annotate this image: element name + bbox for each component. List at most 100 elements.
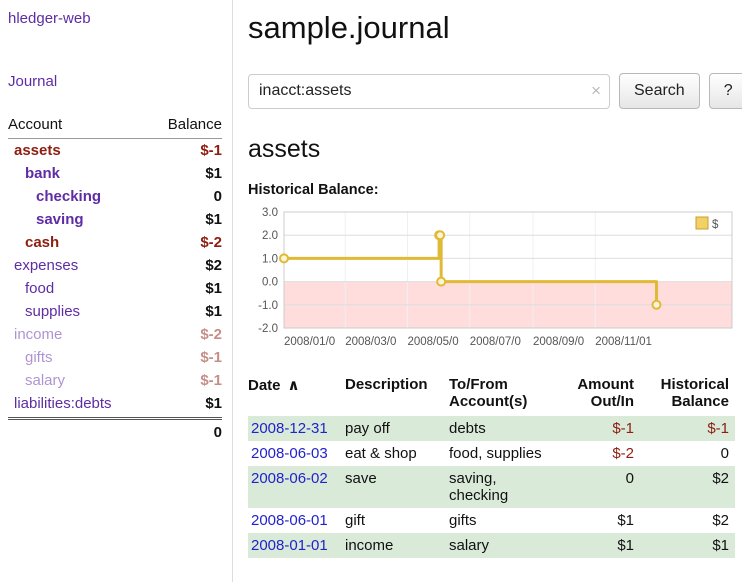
account-link-bank[interactable]: bank [8, 165, 60, 182]
chart-title: Historical Balance: [248, 182, 742, 198]
svg-text:$: $ [712, 219, 719, 231]
account-balance: $2 [205, 257, 222, 274]
search-bar: × Search ? [248, 73, 742, 109]
header-historical-balance: Historical Balance [640, 374, 735, 416]
account-balance: $-1 [200, 349, 222, 366]
account-link-gifts[interactable]: gifts [8, 349, 53, 366]
chart-canvas: 2008/01/02008/03/02008/05/02008/07/02008… [248, 204, 740, 354]
page-title: sample.journal [248, 10, 742, 46]
svg-text:2008/03/0: 2008/03/0 [345, 336, 396, 348]
account-row: cash $-2 [8, 231, 222, 254]
transaction-amount: $1 [555, 508, 640, 533]
search-input[interactable] [248, 74, 610, 109]
transaction-description: income [345, 533, 449, 558]
sort-by-date-button[interactable]: Date∧ [248, 377, 300, 394]
transaction-date-link[interactable]: 2008-06-03 [251, 445, 328, 462]
transaction-date-link[interactable]: 2008-01-01 [251, 537, 328, 554]
account-link-expenses[interactable]: expenses [8, 257, 78, 274]
search-button[interactable]: Search [619, 73, 700, 109]
transaction-accounts: saving, checking [449, 466, 555, 508]
accounts-header-balance: Balance [168, 116, 222, 133]
account-link-salary[interactable]: salary [8, 372, 65, 389]
account-link-cash[interactable]: cash [8, 234, 59, 251]
account-balance: 0 [214, 188, 222, 205]
transaction-description: save [345, 466, 449, 508]
account-balance: $1 [205, 280, 222, 297]
account-row: expenses $2 [8, 254, 222, 277]
register-row: 2008-01-01 income salary $1 $1 [248, 533, 735, 558]
sidebar: hledger-web Journal Account Balance asse… [0, 0, 233, 582]
transaction-date-link[interactable]: 2008-06-01 [251, 512, 328, 529]
account-heading: assets [248, 135, 742, 164]
account-row: supplies $1 [8, 300, 222, 323]
transaction-description: eat & shop [345, 441, 449, 466]
accounts-header-account: Account [8, 116, 62, 133]
page: hledger-web Journal Account Balance asse… [0, 0, 742, 582]
account-balance: $1 [205, 395, 222, 412]
transaction-balance: $2 [640, 508, 735, 533]
account-link-saving[interactable]: saving [8, 211, 84, 228]
accounts-tree: Account Balance assets $-1 bank $1 check… [8, 116, 222, 445]
register-row: 2008-06-01 gift gifts $1 $2 [248, 508, 735, 533]
app-title-link[interactable]: hledger-web [8, 10, 222, 27]
account-row: bank $1 [8, 162, 222, 185]
account-row: food $1 [8, 277, 222, 300]
transaction-amount: $1 [555, 533, 640, 558]
account-row: saving $1 [8, 208, 222, 231]
account-row: liabilities:debts $1 [8, 392, 222, 415]
svg-text:1.0: 1.0 [262, 253, 278, 265]
account-row: salary $-1 [8, 369, 222, 392]
main-content: sample.journal × Search ? assets Histori… [233, 0, 742, 582]
sidebar-item-journal[interactable]: Journal [8, 73, 222, 90]
header-date: Date∧ [248, 374, 345, 416]
transaction-description: gift [345, 508, 449, 533]
svg-text:2008/05/0: 2008/05/0 [407, 336, 458, 348]
account-link-liabilities-debts[interactable]: liabilities:debts [8, 395, 112, 412]
svg-text:3.0: 3.0 [262, 207, 278, 219]
transaction-accounts: salary [449, 533, 555, 558]
account-link-assets[interactable]: assets [8, 142, 61, 159]
account-link-checking[interactable]: checking [8, 188, 101, 205]
transaction-balance: $2 [640, 466, 735, 508]
svg-text:-1.0: -1.0 [258, 300, 278, 312]
transaction-balance: 0 [640, 441, 735, 466]
transaction-accounts: gifts [449, 508, 555, 533]
account-balance: $-2 [200, 234, 222, 251]
transaction-amount: 0 [555, 466, 640, 508]
historical-balance-chart: 2008/01/02008/03/02008/05/02008/07/02008… [248, 204, 742, 358]
accounts-header: Account Balance [8, 116, 222, 139]
register-row: 2008-06-02 save saving, checking 0 $2 [248, 466, 735, 508]
header-description: Description [345, 374, 449, 416]
account-row: assets $-1 [8, 139, 222, 162]
transaction-description: pay off [345, 416, 449, 441]
accounts-total: 0 [8, 417, 222, 445]
help-button[interactable]: ? [709, 73, 742, 109]
svg-text:2008/01/0: 2008/01/0 [284, 336, 335, 348]
transaction-date-link[interactable]: 2008-06-02 [251, 470, 328, 487]
svg-text:-2.0: -2.0 [258, 323, 278, 335]
svg-text:2008/07/0: 2008/07/0 [470, 336, 521, 348]
clear-search-icon[interactable]: × [591, 81, 601, 101]
account-balance: $1 [205, 211, 222, 228]
account-row: gifts $-1 [8, 346, 222, 369]
account-balance: $-1 [200, 142, 222, 159]
register-table: Date∧ Description To/From Account(s) Amo… [248, 374, 735, 558]
account-link-income[interactable]: income [8, 326, 62, 343]
account-balance: $-2 [200, 326, 222, 343]
account-balance: $1 [205, 165, 222, 182]
transaction-date-link[interactable]: 2008-12-31 [251, 420, 328, 437]
svg-text:0.0: 0.0 [262, 277, 278, 289]
sort-ascending-icon: ∧ [288, 377, 300, 394]
transaction-balance: $-1 [640, 416, 735, 441]
transaction-accounts: debts [449, 416, 555, 441]
transaction-balance: $1 [640, 533, 735, 558]
svg-text:2.0: 2.0 [262, 230, 278, 242]
account-link-food[interactable]: food [8, 280, 54, 297]
register-row: 2008-06-03 eat & shop food, supplies $-2… [248, 441, 735, 466]
transaction-accounts: food, supplies [449, 441, 555, 466]
transaction-amount: $-2 [555, 441, 640, 466]
register-row: 2008-12-31 pay off debts $-1 $-1 [248, 416, 735, 441]
account-link-supplies[interactable]: supplies [8, 303, 80, 320]
register-header-row: Date∧ Description To/From Account(s) Amo… [248, 374, 735, 416]
header-amount-out-in: Amount Out/In [555, 374, 640, 416]
